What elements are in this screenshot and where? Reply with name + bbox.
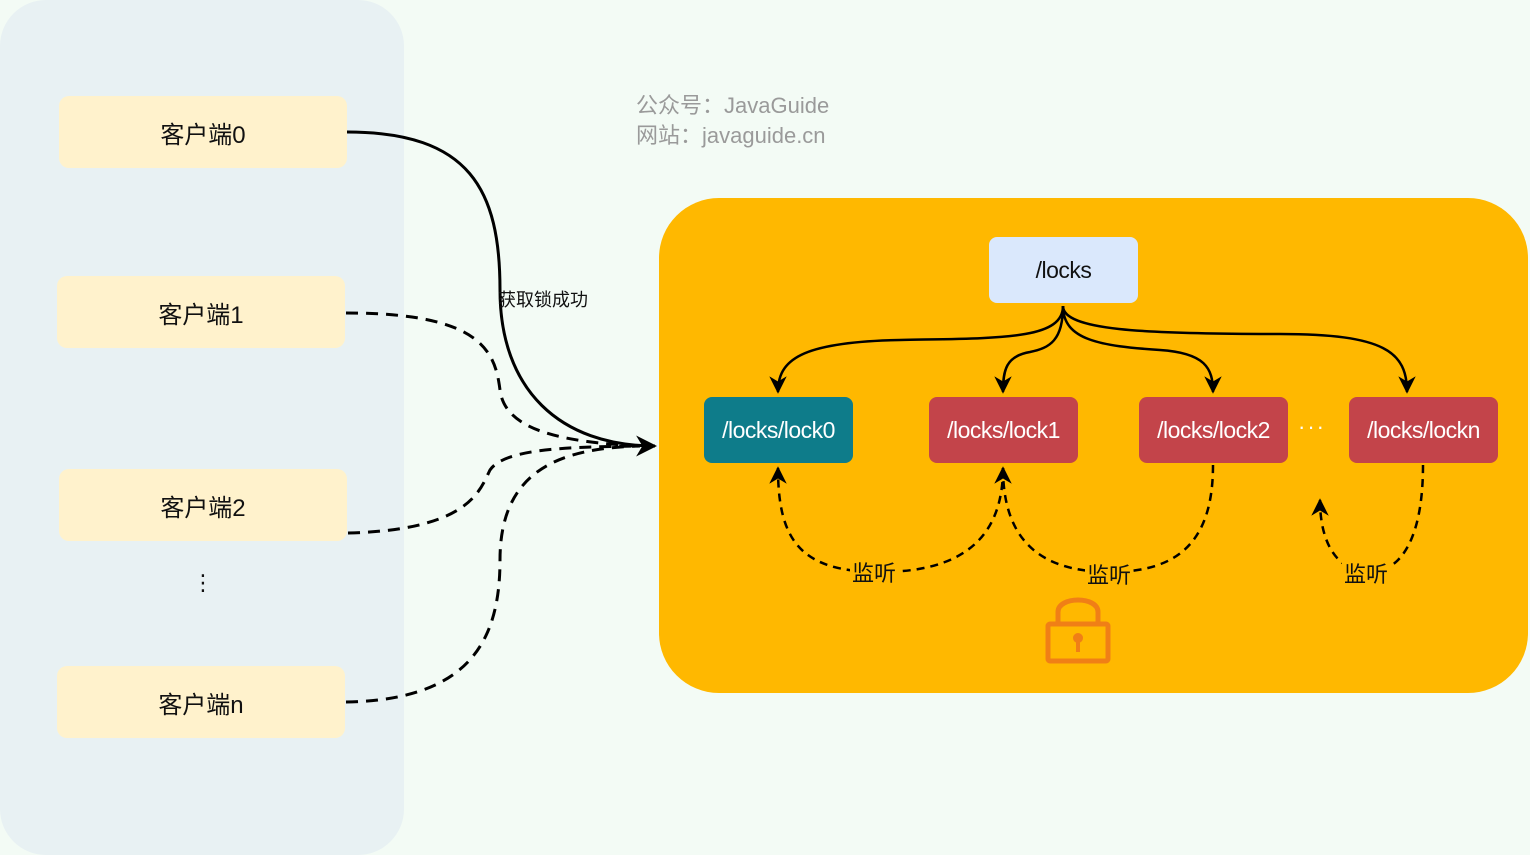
clients-ellipsis: ⋮ bbox=[192, 570, 214, 595]
watch-label-lock1: 监听 bbox=[1085, 558, 1134, 590]
client-1-label: 客户端1 bbox=[158, 301, 244, 329]
client-1-box: 客户端1 bbox=[57, 276, 345, 348]
lock0-node: /locks/lock0 bbox=[704, 397, 853, 463]
locks-root-label: /locks bbox=[1035, 256, 1092, 283]
lock2-label: /locks/lock2 bbox=[1157, 416, 1270, 443]
diagram-canvas: 客户端0 客户端1 客户端2 ⋮ 客户端n 公众号：JavaGuide 网站：j… bbox=[0, 0, 1530, 855]
watermark-line-1: 公众号：JavaGuide bbox=[636, 93, 830, 118]
lock2-node: /locks/lock2 bbox=[1139, 397, 1288, 463]
acquire-success-label: 获取锁成功 bbox=[498, 290, 588, 310]
lock-nodes-ellipsis: ··· bbox=[1298, 414, 1326, 439]
client-0-box: 客户端0 bbox=[59, 96, 347, 168]
lockn-label: /locks/lockn bbox=[1367, 416, 1480, 443]
watermark-line-2: 网站：javaguide.cn bbox=[636, 123, 826, 148]
lock0-label: /locks/lock0 bbox=[722, 416, 835, 443]
watch-label-lock0: 监听 bbox=[850, 556, 899, 588]
client-0-label: 客户端0 bbox=[160, 121, 246, 149]
client-2-label: 客户端2 bbox=[160, 494, 246, 522]
lockn-node: /locks/lockn bbox=[1349, 397, 1498, 463]
watch-label-lockn: 监听 bbox=[1342, 557, 1391, 589]
lock1-label: /locks/lock1 bbox=[947, 416, 1060, 443]
lock1-node: /locks/lock1 bbox=[929, 397, 1078, 463]
locks-root-node: /locks bbox=[989, 237, 1138, 303]
client-n-label: 客户端n bbox=[158, 691, 244, 719]
client-n-box: 客户端n bbox=[57, 666, 345, 738]
client-2-box: 客户端2 bbox=[59, 469, 347, 541]
